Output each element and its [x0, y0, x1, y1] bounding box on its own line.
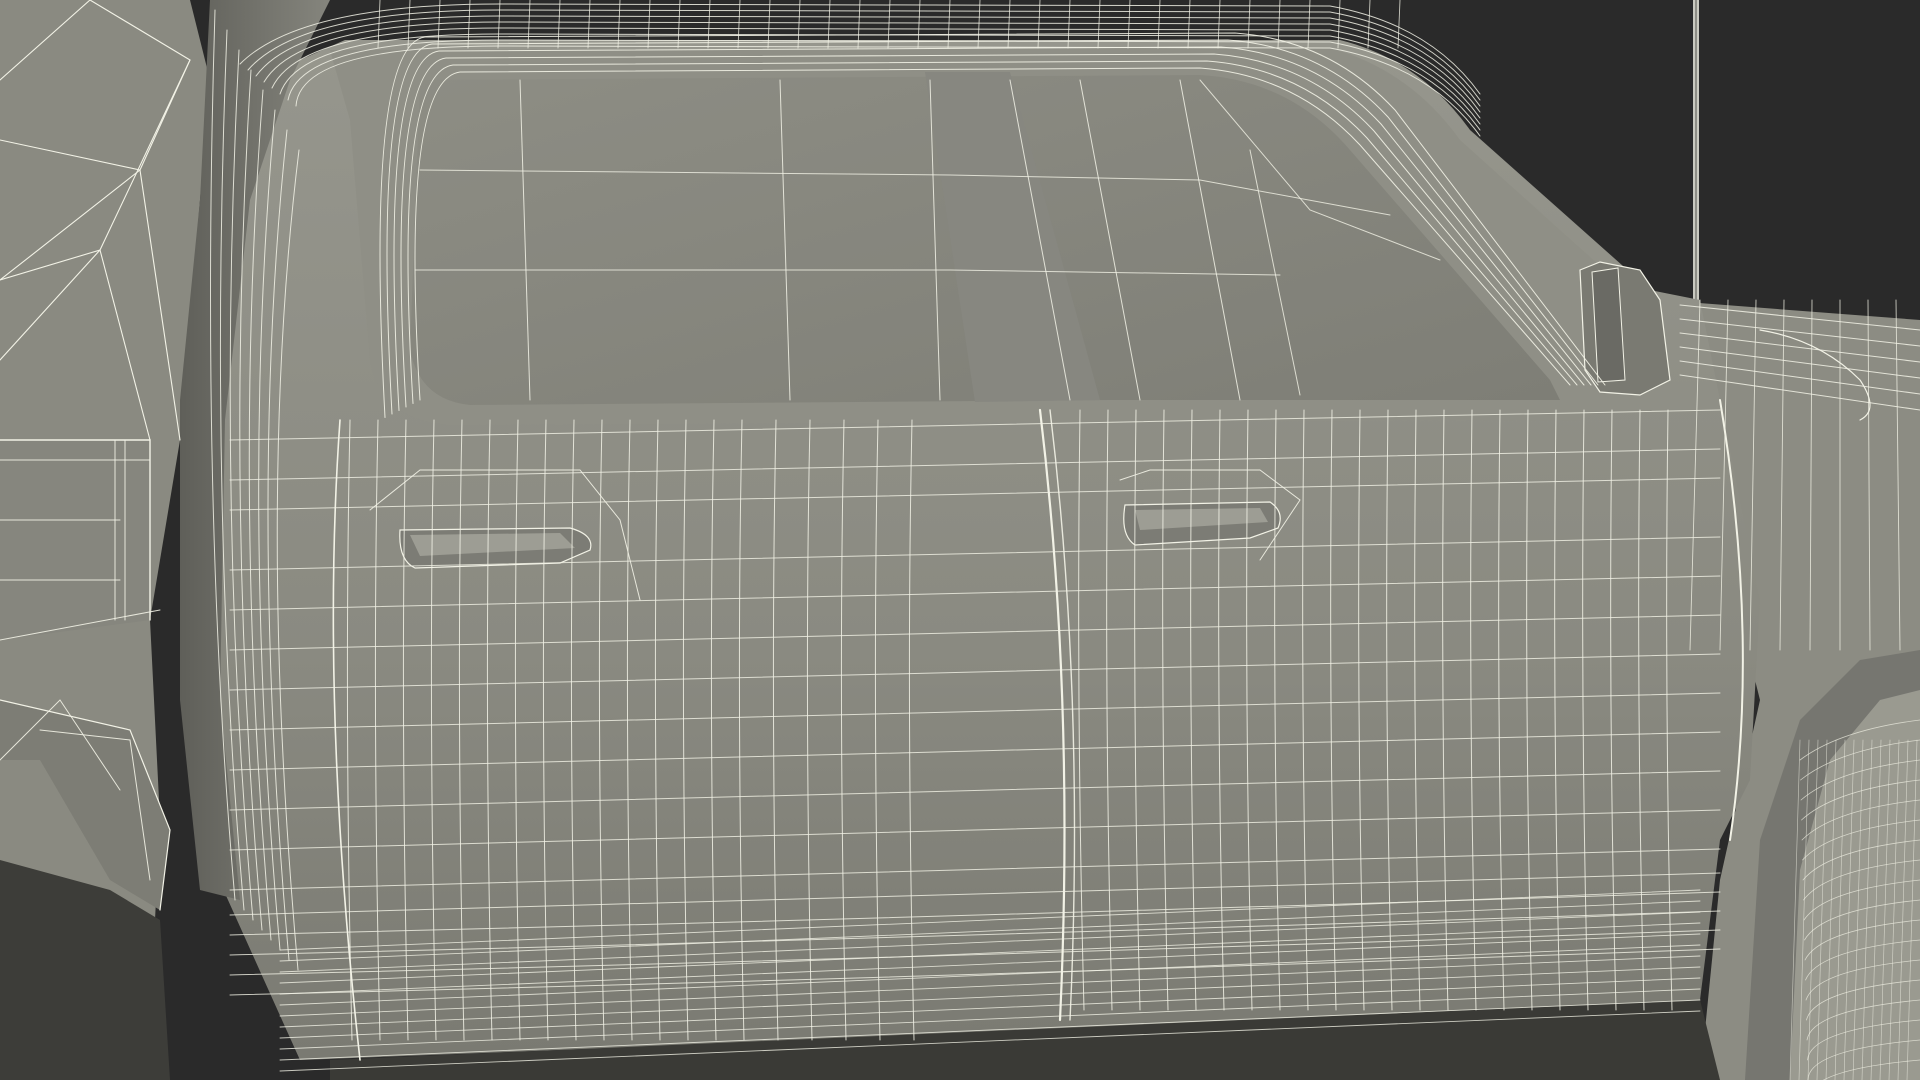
truck-wireframe-render [0, 0, 1920, 1080]
antenna [1693, 0, 1699, 300]
render-viewport [0, 0, 1920, 1080]
